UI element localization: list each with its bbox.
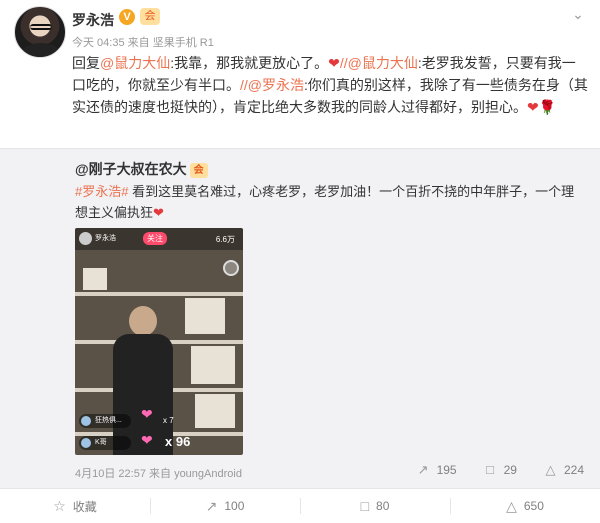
reposted-content: @刚子大叔在农大会 #罗永浩# 看到这里莫名难过，心疼老罗，老罗加油！一个百折不… xyxy=(0,148,600,488)
main-post: 罗永浩 V 会 ⌄ 今天 04:35 来自 坚果手机 R1 回复@鼠力大仙:我靠… xyxy=(0,0,600,148)
repost-comment-count: 29 xyxy=(503,463,517,477)
chat-message: 狂热俱... xyxy=(79,414,131,428)
repost-author-name[interactable]: @刚子大叔在农大 xyxy=(75,161,187,177)
gift-heart-icon: ❤ xyxy=(141,406,153,422)
post-time[interactable]: 今天 04:35 xyxy=(72,37,125,49)
host-name: 罗永浩 xyxy=(95,235,116,242)
mention-link[interactable]: @鼠力大仙 xyxy=(348,55,418,71)
mention-link[interactable]: @罗永浩 xyxy=(248,77,304,93)
follow-button: 关注 xyxy=(143,232,167,245)
comment-count: 80 xyxy=(376,499,390,513)
repost-comment-button[interactable]: □ 29 xyxy=(483,462,517,478)
author-name[interactable]: 罗永浩 xyxy=(72,10,114,30)
repost-time[interactable]: 4月10日 22:57 xyxy=(75,468,146,480)
avatar-glasses xyxy=(30,24,52,30)
author-avatar[interactable] xyxy=(14,6,66,58)
favorite-button[interactable]: ☆ 收藏 xyxy=(0,489,150,523)
host-avatar xyxy=(79,232,92,245)
vip-badge-icon: 会 xyxy=(189,163,208,178)
like-count: 650 xyxy=(523,499,544,513)
reply-text-1: :我靠，那我就更放心了。 xyxy=(170,55,329,71)
chevron-down-icon[interactable]: ⌄ xyxy=(570,6,586,22)
repost-repost-button[interactable]: ↗ 195 xyxy=(416,462,457,478)
heart-icon: ❤ xyxy=(527,99,539,115)
repost-icon: ↗ xyxy=(205,497,218,514)
vip-badge-icon: 会 xyxy=(140,8,160,25)
gift-count-small: x 7 xyxy=(163,416,174,425)
favorite-label: 收藏 xyxy=(72,499,97,514)
post-meta: 今天 04:35 来自 坚果手机 R1 xyxy=(72,34,214,50)
live-header: 罗永浩 关注 6.6万 xyxy=(75,228,243,250)
shelf-item xyxy=(185,298,225,334)
repost-button[interactable]: ↗ 100 xyxy=(150,489,300,523)
video-thumbnail[interactable]: 罗永浩 关注 6.6万 狂热俱... K哥 ❤ ❤ x 7 x 96 xyxy=(75,228,243,455)
gift-count: x 96 xyxy=(165,434,191,449)
streamer-head xyxy=(129,306,157,336)
repost-body: 看到这里莫名难过，心疼老罗，老罗加油！一个百折不挠的中年胖子，一个理想主义偏执狂 xyxy=(75,184,575,220)
heart-icon: ❤ xyxy=(328,55,340,71)
shelf xyxy=(75,292,243,296)
chat-avatar xyxy=(81,438,91,448)
heart-icon: ❤ xyxy=(153,205,164,220)
viewer-count: 6.6万 xyxy=(215,235,235,244)
repost-like-count: 224 xyxy=(563,463,584,477)
comment-button[interactable]: □ 80 xyxy=(300,489,450,523)
chat-text: K哥 xyxy=(95,439,107,446)
avatar-suit xyxy=(21,43,61,57)
post-source[interactable]: 坚果手机 R1 xyxy=(153,37,214,49)
comment-icon: □ xyxy=(486,462,495,477)
shelf-item xyxy=(191,346,235,384)
repost-count: 100 xyxy=(224,499,245,513)
mention-link[interactable]: @鼠力大仙 xyxy=(100,55,170,71)
verified-badge-icon: V xyxy=(119,9,135,25)
post-text: 回复@鼠力大仙:我靠，那我就更放心了。❤//@鼠力大仙:老罗我发誓，只要有我一口… xyxy=(72,52,588,118)
shelf-item xyxy=(83,268,107,290)
repost-source-prefix: 来自 xyxy=(149,468,171,480)
repost-repost-count: 195 xyxy=(436,463,457,477)
star-icon: ☆ xyxy=(53,497,66,514)
chat-avatar xyxy=(81,416,91,426)
repost-source[interactable]: youngAndroid xyxy=(174,468,242,480)
chat-message: K哥 xyxy=(79,436,131,450)
gift-heart-icon: ❤ xyxy=(141,432,153,448)
rose-icon: 🌹 xyxy=(538,99,557,115)
reply-prefix: 回复 xyxy=(72,55,100,71)
shelf-item xyxy=(195,394,235,428)
close-icon xyxy=(223,260,239,276)
like-button[interactable]: △ 650 xyxy=(450,489,600,523)
post-action-bar: ☆ 收藏 ↗ 100 □ 80 △ 650 xyxy=(0,488,600,523)
repost-meta: 4月10日 22:57 来自 youngAndroid xyxy=(75,465,242,481)
like-icon: △ xyxy=(545,462,556,477)
repost-actions: ↗ 195 □ 29 △ 224 xyxy=(416,462,584,478)
repost-separator: // xyxy=(339,55,348,71)
repost-icon: ↗ xyxy=(417,462,429,477)
repost-like-button[interactable]: △ 224 xyxy=(543,462,584,478)
comment-icon: □ xyxy=(360,498,370,514)
repost-separator: // xyxy=(240,77,248,93)
chat-text: 狂热俱... xyxy=(95,417,122,424)
topic-link[interactable]: #罗永浩# xyxy=(75,184,128,199)
post-source-prefix: 来自 xyxy=(127,37,150,49)
like-icon: △ xyxy=(506,497,517,514)
repost-text: #罗永浩# 看到这里莫名难过，心疼老罗，老罗加油！一个百折不挠的中年胖子，一个理… xyxy=(75,181,587,223)
repost-author: @刚子大叔在农大会 xyxy=(75,159,208,179)
